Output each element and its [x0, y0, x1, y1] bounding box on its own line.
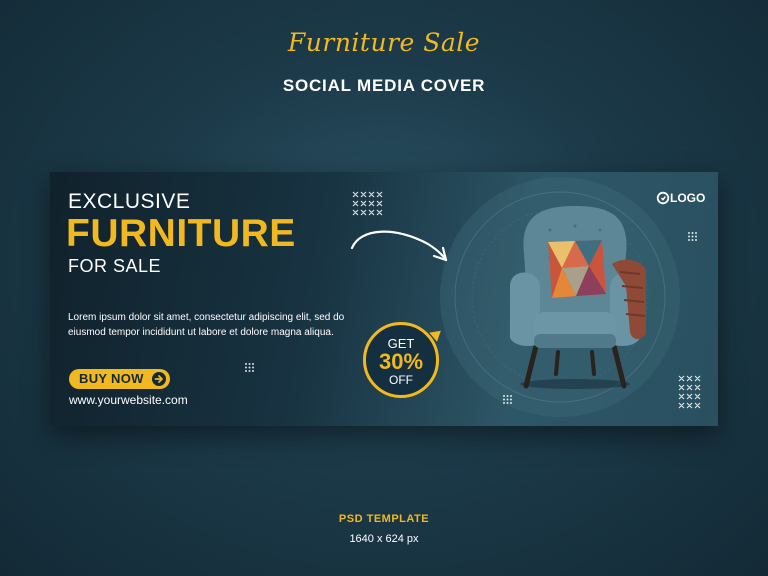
- logo-icon: [656, 191, 670, 208]
- website-link[interactable]: www.yourwebsite.com: [69, 393, 188, 407]
- template-label: PSD TEMPLATE: [338, 513, 430, 525]
- logo: LOGO: [656, 191, 705, 208]
- logo-text: LOGO: [670, 191, 706, 205]
- template-dimensions: 1640 x 624 px: [349, 533, 419, 545]
- cover-banner: EXCLUSIVE FURNITURE FOR SALE Lorem ipsum…: [50, 172, 718, 426]
- headline-exclusive: EXCLUSIVE: [68, 190, 191, 213]
- headline-furniture: FURNITURE: [66, 212, 296, 255]
- headline-for-sale: FOR SALE: [68, 256, 162, 276]
- page-title: Furniture Sale: [287, 28, 481, 57]
- discount-value: 30%: [378, 349, 424, 374]
- discount-suffix: OFF: [389, 373, 413, 387]
- page-subtitle: SOCIAL MEDIA COVER: [282, 76, 486, 95]
- buy-now-label: BUY NOW: [79, 371, 144, 386]
- buy-now-button[interactable]: BUY NOW: [69, 369, 170, 389]
- body-text: Lorem ipsum dolor sit amet, consectetur …: [68, 312, 345, 338]
- right-arrow-icon: [151, 372, 166, 386]
- discount-badge: GET 30% OFF: [363, 322, 439, 398]
- armchair-image: [510, 206, 646, 389]
- curved-arrow-icon: [350, 230, 448, 262]
